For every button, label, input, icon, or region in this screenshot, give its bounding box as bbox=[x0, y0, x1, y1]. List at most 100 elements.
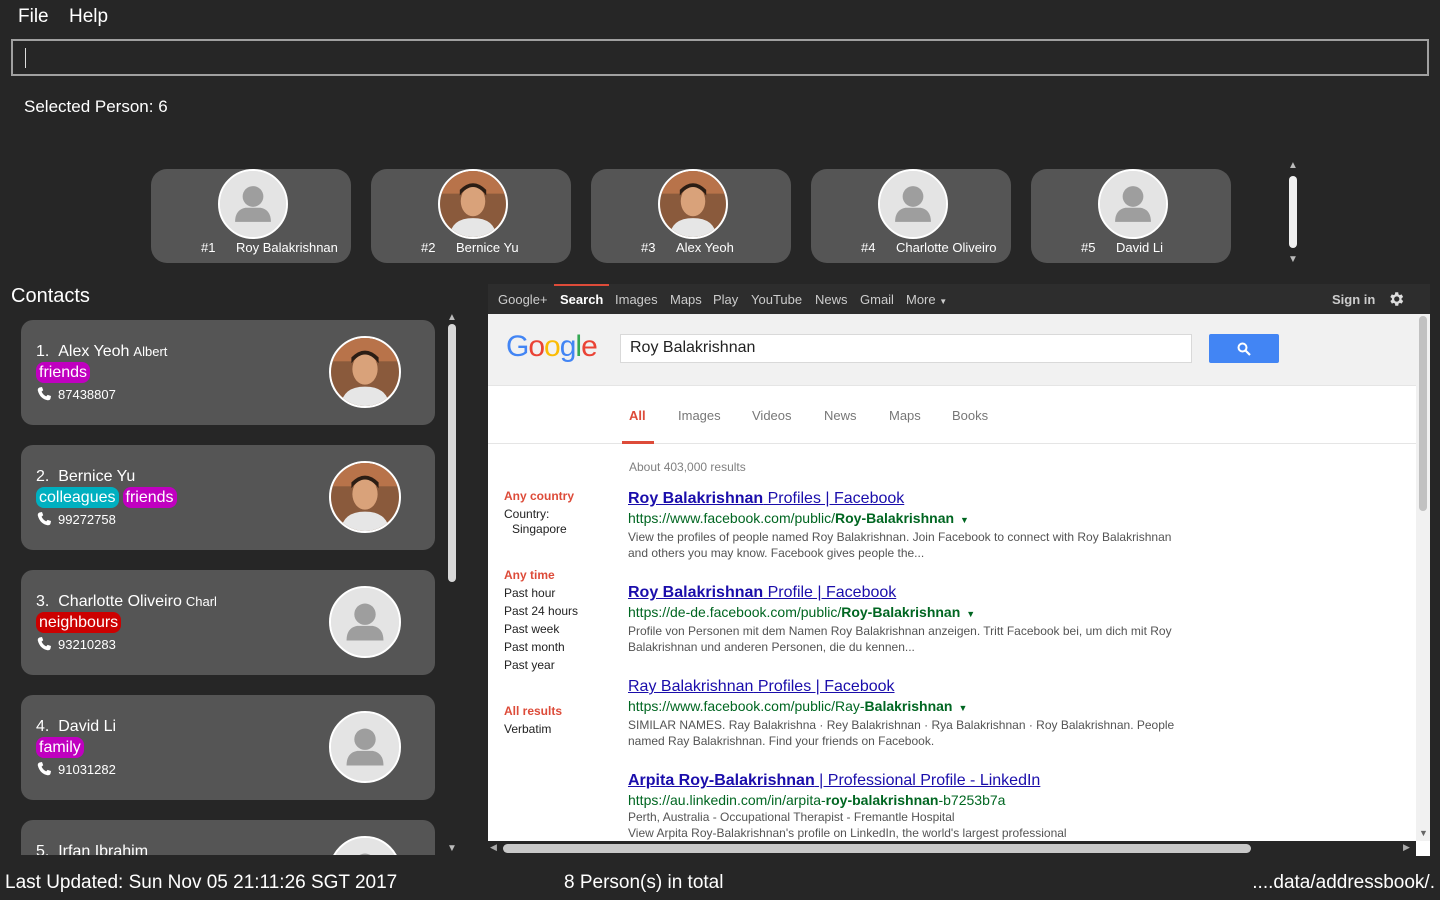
command-input[interactable] bbox=[13, 41, 1427, 74]
filter-past-week[interactable]: Past week bbox=[504, 622, 559, 636]
result-title-link[interactable]: Arpita Roy-Balakrishnan | Professional P… bbox=[628, 771, 1188, 791]
gbar-googleplus[interactable]: Google+ bbox=[498, 292, 548, 307]
tab-books[interactable]: Books bbox=[952, 408, 988, 423]
dropdown-arrow-icon[interactable]: ▼ bbox=[958, 703, 967, 713]
scroll-down-arrow-icon[interactable]: ▼ bbox=[1288, 254, 1298, 265]
tab-images[interactable]: Images bbox=[678, 408, 721, 423]
result-title-bold: Roy Balakrishnan bbox=[628, 584, 764, 601]
avatar bbox=[329, 461, 401, 533]
gbar-images[interactable]: Images bbox=[615, 292, 658, 307]
google-search-button[interactable] bbox=[1209, 334, 1279, 363]
url-prefix: https://de-de.facebook.com/public/ bbox=[628, 604, 842, 620]
result-title-link[interactable]: Ray Balakrishnan Profiles | Facebook bbox=[628, 677, 1188, 697]
selected-person-card[interactable]: #5 David Li bbox=[1031, 169, 1231, 263]
text-caret bbox=[25, 48, 26, 68]
person-index: #4 bbox=[861, 240, 876, 255]
tag-list: neighbours bbox=[36, 612, 122, 633]
default-person-icon bbox=[880, 171, 946, 237]
filter-any-time[interactable]: Any time bbox=[504, 568, 555, 582]
filter-past-year[interactable]: Past year bbox=[504, 658, 555, 672]
default-person-icon bbox=[220, 171, 286, 237]
result-title-bold: Ray Balakrishnan bbox=[628, 678, 754, 695]
contact-card[interactable]: 1. Alex Yeoh Albert friends 87438807 bbox=[21, 320, 435, 425]
gbar-gmail[interactable]: Gmail bbox=[860, 292, 894, 307]
scroll-thumb[interactable] bbox=[1419, 316, 1427, 511]
result-title-rest: Profiles | Facebook bbox=[753, 678, 895, 695]
avatar bbox=[658, 169, 728, 239]
scroll-thumb[interactable] bbox=[1289, 176, 1297, 248]
dropdown-arrow-icon[interactable]: ▼ bbox=[966, 609, 975, 619]
person-photo-icon bbox=[440, 171, 506, 237]
scroll-thumb[interactable] bbox=[448, 324, 456, 582]
default-person-icon bbox=[1100, 171, 1166, 237]
filter-past-24-hours[interactable]: Past 24 hours bbox=[504, 604, 578, 618]
avatar bbox=[329, 711, 401, 783]
result-url: https://www.facebook.com/public/Roy-Bala… bbox=[628, 509, 1188, 529]
gbar-play[interactable]: Play bbox=[713, 292, 738, 307]
dropdown-arrow-icon[interactable]: ▼ bbox=[960, 515, 969, 525]
tag-badge: neighbours bbox=[36, 612, 122, 633]
result-title-bold: Roy Balakrishnan bbox=[628, 490, 764, 507]
persons-row-scrollbar[interactable]: ▲ ▼ bbox=[1285, 160, 1301, 266]
person-count-status: 8 Person(s) in total bbox=[564, 872, 724, 893]
contact-nickname: Albert bbox=[133, 344, 168, 359]
default-person-icon bbox=[331, 588, 399, 656]
person-index: #5 bbox=[1081, 240, 1096, 255]
browser-vertical-scrollbar[interactable]: ▼ bbox=[1416, 314, 1430, 841]
google-logo[interactable]: Google bbox=[506, 330, 598, 364]
selected-person-card[interactable]: #4 Charlotte Oliveiro bbox=[811, 169, 1011, 263]
url-prefix: https://www.facebook.com/public/Ray- bbox=[628, 698, 865, 714]
scroll-up-arrow-icon[interactable]: ▲ bbox=[1288, 160, 1298, 171]
contact-card[interactable]: 4. David Li family 91031282 bbox=[21, 695, 435, 800]
sign-in-link[interactable]: Sign in bbox=[1332, 292, 1375, 307]
filter-all-results[interactable]: All results bbox=[504, 704, 562, 718]
gbar-search[interactable]: Search bbox=[560, 292, 603, 307]
gbar-more[interactable]: More ▼ bbox=[906, 292, 947, 307]
selected-person-card[interactable]: #3 Alex Yeoh bbox=[591, 169, 791, 263]
contact-name: Charlotte Oliveiro bbox=[58, 593, 182, 610]
menu-help[interactable]: Help bbox=[69, 6, 108, 28]
scroll-up-arrow-icon[interactable]: ▲ bbox=[447, 312, 457, 323]
command-box[interactable] bbox=[11, 39, 1429, 76]
gbar-youtube[interactable]: YouTube bbox=[751, 292, 802, 307]
selected-person-card[interactable]: #2 Bernice Yu bbox=[371, 169, 571, 263]
filter-any-country[interactable]: Any country bbox=[504, 489, 574, 503]
google-search-input[interactable]: Roy Balakrishnan bbox=[620, 334, 1192, 363]
filter-past-hour[interactable]: Past hour bbox=[504, 586, 555, 600]
menu-file[interactable]: File bbox=[18, 6, 49, 28]
tab-maps[interactable]: Maps bbox=[889, 408, 921, 423]
filter-singapore[interactable]: Singapore bbox=[512, 522, 567, 536]
search-result: Arpita Roy-Balakrishnan | Professional P… bbox=[628, 771, 1188, 841]
scroll-down-arrow-icon[interactable]: ▼ bbox=[1419, 828, 1428, 838]
scroll-left-arrow-icon[interactable]: ◀ bbox=[490, 842, 497, 853]
contacts-scrollbar[interactable]: ▲ ▼ bbox=[444, 312, 460, 855]
filter-past-month[interactable]: Past month bbox=[504, 640, 565, 654]
scroll-right-arrow-icon[interactable]: ▶ bbox=[1403, 842, 1410, 853]
tab-videos[interactable]: Videos bbox=[752, 408, 792, 423]
tag-badge: family bbox=[36, 737, 84, 758]
result-snippet: View the profiles of people named Roy Ba… bbox=[628, 530, 1172, 560]
default-person-icon bbox=[331, 838, 399, 855]
browser-horizontal-scrollbar[interactable]: ◀ ▶ bbox=[488, 841, 1416, 856]
scroll-down-arrow-icon[interactable]: ▼ bbox=[447, 843, 457, 854]
gbar-maps[interactable]: Maps bbox=[670, 292, 702, 307]
contact-card[interactable]: 2. Bernice Yu colleagues friends 99272758 bbox=[21, 445, 435, 550]
tab-all[interactable]: All bbox=[629, 408, 646, 423]
avatar bbox=[438, 169, 508, 239]
scroll-thumb[interactable] bbox=[503, 844, 1251, 853]
gear-icon[interactable] bbox=[1387, 290, 1405, 308]
tab-news[interactable]: News bbox=[824, 408, 857, 423]
avatar bbox=[329, 836, 401, 855]
gbar-news[interactable]: News bbox=[815, 292, 848, 307]
phone-number: 99272758 bbox=[58, 511, 116, 527]
tag-list: colleagues friends bbox=[36, 487, 177, 508]
selected-person-card[interactable]: #1 Roy Balakrishnan bbox=[151, 169, 351, 263]
contact-card[interactable]: 3. Charlotte Oliveiro Charl neighbours 9321… bbox=[21, 570, 435, 675]
result-title-link[interactable]: Roy Balakrishnan Profiles | Facebook bbox=[628, 489, 1188, 509]
filter-verbatim[interactable]: Verbatim bbox=[504, 722, 551, 736]
active-indicator bbox=[554, 284, 609, 286]
result-title-link[interactable]: Roy Balakrishnan Profile | Facebook bbox=[628, 583, 1188, 603]
contact-card[interactable]: 5. Irfan Ibrahim bbox=[21, 820, 435, 855]
contact-index: 4. bbox=[36, 718, 50, 735]
contact-index: 5. bbox=[36, 843, 50, 855]
